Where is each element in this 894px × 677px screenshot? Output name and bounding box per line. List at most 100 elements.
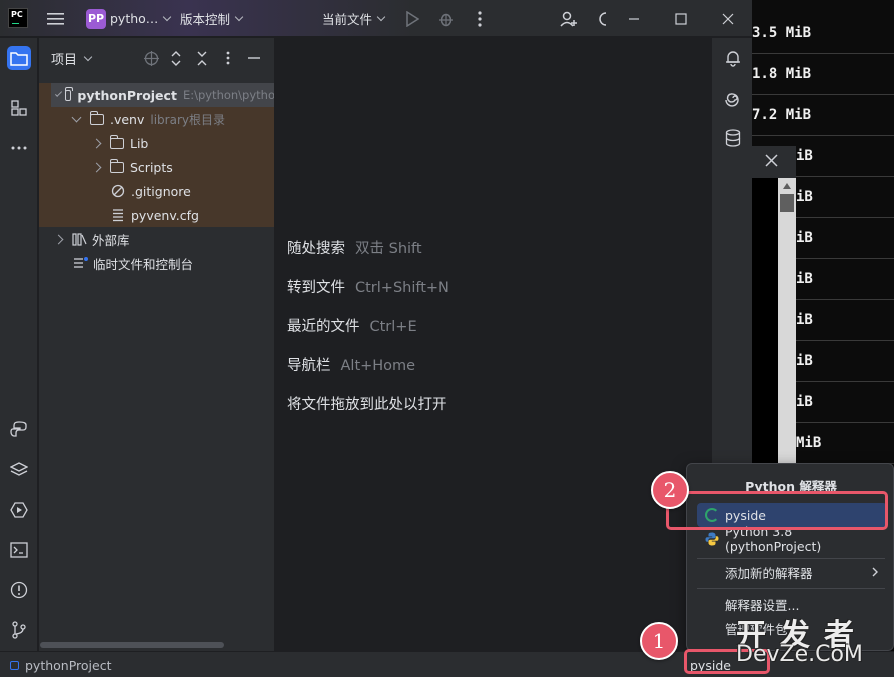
theme-button[interactable] [597,0,611,37]
interpreter-option-python38[interactable]: Python 3.8 (pythonProject) [697,524,887,554]
close-icon [722,13,734,24]
project-switcher[interactable]: PP pytho… [86,0,172,37]
ignore-file-icon [111,184,125,198]
panel-options-button[interactable] [220,50,236,66]
project-panel-title[interactable]: 项目 [51,49,77,68]
separator [697,588,885,589]
hint-recent-files: 最近的文件 Ctrl+E [287,315,417,336]
folder-icon [90,110,104,125]
database-icon [725,129,741,147]
project-badge: PP [86,8,106,29]
manage-packages-item[interactable]: 管理软件包... [697,616,887,640]
bell-icon [726,51,740,67]
main-menu-button[interactable] [47,0,65,37]
python-console-icon [10,421,27,437]
folder-icon [110,134,124,149]
tree-item-label: pythonProject [77,87,177,103]
folder-icon [10,51,28,66]
tree-item-external-libs[interactable]: 外部库 [39,227,274,251]
hint-search-everywhere: 随处搜索 双击 Shift [287,237,422,258]
interpreter-settings-item[interactable]: 解释器设置... [697,592,887,616]
project-name: pytho… [110,11,159,26]
more-icon [11,146,27,150]
pycharm-logo-icon[interactable]: PC [8,8,28,28]
notifications-button[interactable] [723,48,743,68]
scroll-up-icon[interactable] [782,182,792,190]
layers-tool-button[interactable] [7,458,31,482]
add-user-icon [560,11,577,27]
problems-tool-button[interactable] [7,578,31,602]
more-actions-button[interactable] [478,0,482,37]
code-with-me-button[interactable] [560,0,578,37]
terminal-tool-button[interactable] [7,538,31,562]
spiral-icon [725,93,739,107]
chevron-down-icon[interactable] [83,52,93,61]
tree-item-project-root[interactable]: pythonProject E:\python\pytho [51,83,274,107]
collapse-all-button[interactable] [194,50,210,66]
tree-item-gitignore[interactable]: .gitignore [39,179,274,203]
services-tool-button[interactable] [7,498,31,522]
terminal-line: 3.5 MiB [752,13,894,54]
hint-shortcut: Ctrl+Shift+N [355,280,449,296]
database-button[interactable] [723,128,743,148]
python-console-button[interactable] [7,418,31,442]
git-tool-button[interactable] [7,618,31,642]
tree-item-scripts[interactable]: Scripts [39,155,274,179]
tree-item-pyvenv[interactable]: pyvenv.cfg [39,203,274,227]
locate-file-button[interactable] [143,50,159,66]
menu-item-label: 解释器设置... [725,597,800,613]
hint-navigation-bar: 导航栏 Alt+Home [287,354,415,375]
run-config-label: 当前文件 [322,12,373,27]
ai-assistant-button[interactable] [723,88,743,108]
tree-item-scratches[interactable]: 临时文件和控制台 [39,251,274,275]
separator [697,558,885,559]
run-button[interactable] [405,0,419,37]
chevron-down-icon[interactable] [55,89,63,97]
problems-icon [10,581,28,599]
tree-item-label: 临时文件和控制台 [93,256,194,272]
tree-item-venv[interactable]: .venv library根目录 [39,107,274,131]
minimize-button[interactable] [628,0,640,37]
chevron-down-icon [376,12,386,22]
annotation-box-2 [666,491,888,530]
debug-button[interactable] [438,0,454,37]
structure-icon [11,100,27,116]
annotation-badge-1: 1 [640,622,678,660]
chevron-down-icon [163,12,172,22]
hint-shortcut: Alt+Home [340,358,416,374]
chevron-down-icon[interactable] [71,112,82,122]
close-window-button[interactable] [722,0,734,37]
tree-item-lib[interactable]: Lib [39,131,274,155]
hint-action: 将文件拖放到此处以打开 [287,397,447,413]
python-icon [705,532,719,546]
folder-icon [110,158,124,173]
chevron-right-icon[interactable] [91,138,102,148]
hint-drop-files: 将文件拖放到此处以打开 [287,393,447,414]
moon-icon [599,11,607,26]
horizontal-scrollbar[interactable] [40,642,224,648]
more-tools-button[interactable] [7,136,31,160]
tree-item-label: Scripts [130,159,173,175]
chevron-down-icon [234,12,244,22]
project-square-icon [10,660,19,670]
hint-action: 随处搜索 [287,241,345,257]
project-tool-button[interactable] [7,46,31,70]
vcs-menu[interactable]: 版本控制 [180,0,244,37]
chevron-right-icon[interactable] [91,162,102,172]
structure-tool-button[interactable] [7,96,31,120]
chevron-right-icon[interactable] [53,234,64,244]
services-icon [10,502,28,518]
menu-item-label: 管理软件包... [725,621,800,637]
play-icon [406,10,419,27]
hide-panel-button[interactable] [246,50,262,66]
expand-all-button[interactable] [168,50,184,66]
close-icon[interactable] [765,154,779,168]
scrollbar-thumb[interactable] [780,194,794,212]
breadcrumb[interactable]: pythonProject [10,652,112,677]
hint-action: 最近的文件 [287,319,360,335]
add-new-interpreter-item[interactable]: 添加新的解释器 [697,560,887,584]
run-config-selector[interactable]: 当前文件 [322,0,386,37]
project-panel: 项目 pythonProject E:\python\pytho .venv l… [39,38,275,651]
hamburger-menu-icon [47,12,64,25]
maximize-button[interactable] [675,0,687,37]
